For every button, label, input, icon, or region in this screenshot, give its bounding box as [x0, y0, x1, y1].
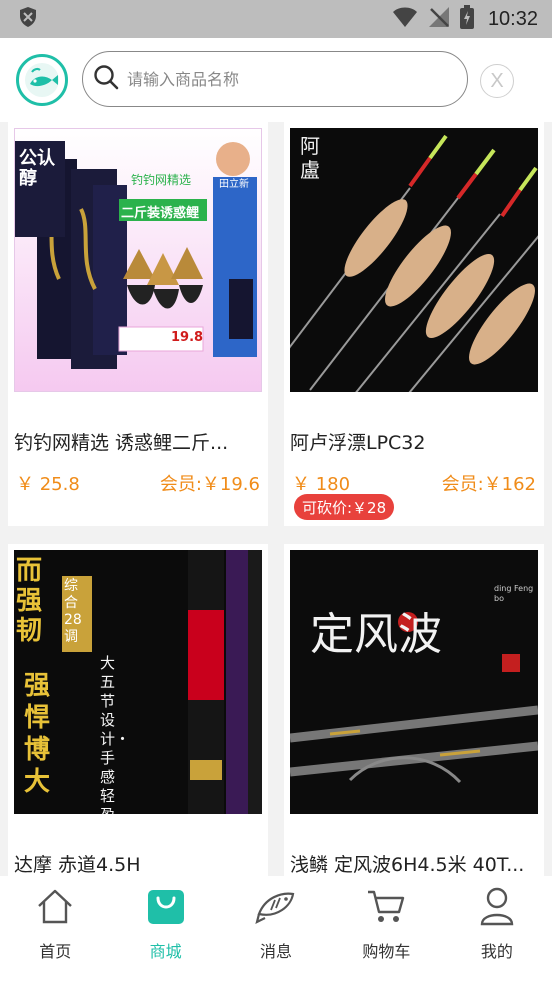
- nav-item-cart[interactable]: 购物车: [331, 876, 441, 983]
- fish-logo-icon: [25, 63, 59, 97]
- product-image: 阿盧: [290, 128, 538, 392]
- bargain-badge: 可砍价:￥28: [294, 494, 395, 520]
- nav-label: 首页: [39, 942, 72, 961]
- image-headline: 二斤装诱惑鲤: [121, 206, 200, 221]
- nav-label: 购物车: [362, 942, 411, 961]
- no-signal-icon: [428, 6, 450, 32]
- product-image: 定风波 ding Feng bo: [290, 550, 538, 814]
- bottom-nav: 首页 商城 消息 购物车 我的: [0, 876, 552, 983]
- nav-label: 消息: [260, 942, 293, 961]
- search-icon: [93, 64, 119, 94]
- image-line1: 而强韧: [16, 556, 43, 646]
- nav-item-mall[interactable]: 商城: [110, 876, 220, 983]
- image-name-tag: 田立新: [219, 179, 249, 190]
- status-time: 10:32: [487, 7, 538, 30]
- fish-icon: [254, 884, 298, 928]
- app-logo[interactable]: [16, 54, 68, 106]
- search-box[interactable]: [82, 51, 468, 107]
- status-bar: 10:32: [0, 0, 552, 38]
- image-small-text: ding Feng bo: [494, 584, 534, 603]
- image-left-badge: 公认醇: [19, 148, 55, 189]
- header: X: [0, 38, 552, 122]
- image-side-label: 综合28调: [64, 578, 82, 645]
- cart-icon: [364, 884, 408, 928]
- product-card[interactable]: 定风波 ding Feng bo 浅鳞 定风波6H4.5米 40T...: [284, 544, 544, 876]
- nav-label: 我的: [480, 942, 513, 961]
- wifi-icon: [392, 6, 418, 32]
- product-image: 而强韧 强悍博大 综合28调 大五节设计・手感轻盈: [14, 550, 262, 814]
- nav-label: 商城: [149, 942, 182, 961]
- shopping-bag-icon: [144, 884, 188, 928]
- battery-icon: [459, 5, 474, 33]
- image-headline: 定风波: [310, 609, 442, 660]
- product-card[interactable]: 公认醇 钓钓网精选 二斤装诱惑鲤 19.8 田立新 钓钓网精选 诱惑鲤二斤...…: [8, 122, 268, 526]
- product-card[interactable]: 而强韧 强悍博大 综合28调 大五节设计・手感轻盈 达摩 赤道4.5H: [8, 544, 268, 876]
- product-title: 阿卢浮漂LPC32: [290, 432, 426, 454]
- member-price: 会员:￥19.6: [159, 474, 260, 495]
- nav-item-messages[interactable]: 消息: [221, 876, 331, 983]
- close-icon: X: [490, 69, 504, 92]
- product-price: ￥ 180: [292, 474, 351, 495]
- product-card[interactable]: 阿盧 阿卢浮漂LPC32 ￥ 180 会员:￥162 可砍价:￥28: [284, 122, 544, 526]
- product-image: 公认醇 钓钓网精选 二斤装诱惑鲤 19.8 田立新: [14, 128, 262, 392]
- image-price-tag: 19.8: [171, 330, 204, 345]
- product-title: 钓钓网精选 诱惑鲤二斤...: [14, 432, 229, 454]
- product-title: 浅鳞 定风波6H4.5米 40T...: [290, 854, 525, 876]
- product-grid: 公认醇 钓钓网精选 二斤装诱惑鲤 19.8 田立新 钓钓网精选 诱惑鲤二斤...…: [0, 122, 552, 876]
- search-input[interactable]: [127, 69, 447, 89]
- user-icon: [475, 884, 519, 928]
- shield-icon: [18, 6, 38, 32]
- product-price: ￥ 25.8: [16, 474, 80, 495]
- image-brand: 阿盧: [300, 134, 320, 182]
- nav-item-home[interactable]: 首页: [0, 876, 110, 983]
- product-title: 达摩 赤道4.5H: [14, 854, 141, 876]
- image-tag: 钓钓网精选: [131, 173, 192, 187]
- close-button[interactable]: X: [480, 64, 514, 98]
- image-side-text: 大五节设计・手感轻盈: [100, 654, 131, 814]
- nav-item-profile[interactable]: 我的: [442, 876, 552, 983]
- image-line2: 强悍博大: [24, 671, 51, 797]
- home-icon: [33, 884, 77, 928]
- member-price: 会员:￥162: [441, 474, 536, 495]
